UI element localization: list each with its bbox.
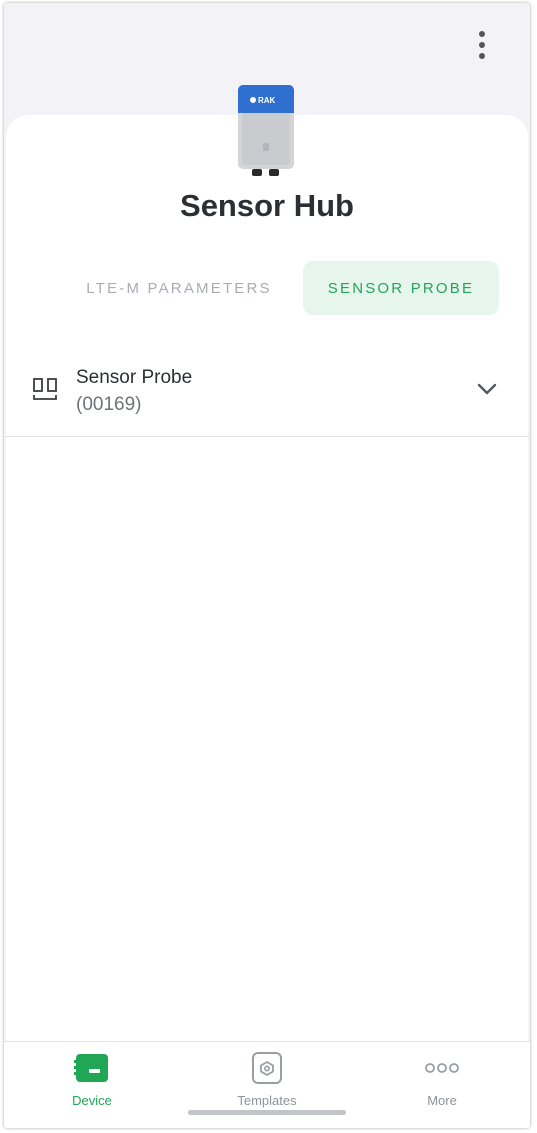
templates-icon (252, 1052, 282, 1084)
probe-id: (00169) (76, 394, 142, 415)
divider (4, 436, 530, 437)
device-icon (74, 1054, 108, 1082)
tab-lte-m-parameters[interactable]: LTE-M PARAMETERS (79, 261, 279, 315)
nav-device[interactable]: Device (32, 1042, 152, 1112)
home-indicator[interactable] (188, 1110, 346, 1115)
nav-templates[interactable]: Templates (207, 1042, 327, 1112)
app-screen: RAK Sensor Hub LTE-M PARAMETERS SENSOR P… (4, 3, 530, 1128)
tab-sensor-probe[interactable]: SENSOR PROBE (303, 261, 499, 315)
page-title: Sensor Hub (180, 188, 354, 223)
nav-more-label: More (427, 1093, 457, 1108)
nav-templates-label: Templates (237, 1093, 297, 1108)
device-image: RAK (238, 85, 294, 176)
probe-icon (33, 378, 57, 400)
nav-more[interactable]: More (382, 1042, 502, 1112)
more-vertical-icon[interactable] (472, 27, 492, 63)
chevron-down-icon[interactable] (476, 381, 498, 397)
sensor-probe-row[interactable]: Sensor Probe (00169) (4, 355, 530, 437)
nav-device-label: Device (72, 1093, 112, 1108)
probe-name: Sensor Probe (76, 367, 193, 388)
more-horizontal-icon (425, 1063, 459, 1073)
device-logo: RAK (258, 96, 276, 105)
